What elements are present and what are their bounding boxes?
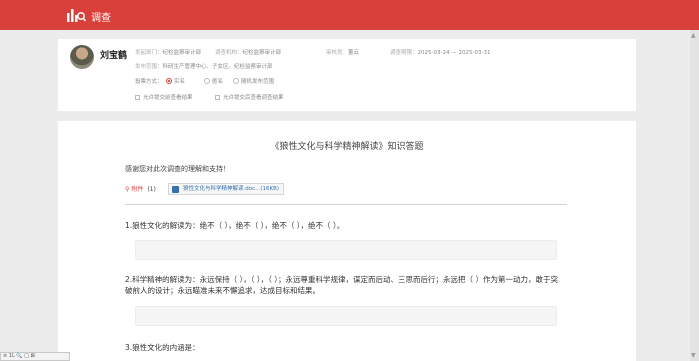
user-name: 刘宝鹤	[100, 51, 128, 61]
vote-option-realname[interactable]: 实名	[166, 77, 185, 85]
question-3: 3.狼性文化的内涵是：	[125, 343, 200, 352]
mini-toolbar[interactable]: ≡ 1L 🔍 □ ⊠	[0, 352, 70, 361]
period-meta: 调查期限：2025-03-24 — 2025-03-31	[390, 50, 491, 56]
dept-meta: 发起部门：纪检监察审计部	[135, 50, 202, 56]
vote-option-random[interactable]: 随机发布范围	[233, 77, 274, 85]
question-1: 1.狼性文化的解读为：绝不（ ），绝不（ ），绝不（ ），绝不（ ）。	[125, 221, 345, 230]
answer-input-2[interactable]	[135, 306, 557, 326]
attachment-label: ⚲ 附件 (1)	[125, 186, 156, 193]
scroll-down-icon[interactable]: ▼	[691, 352, 696, 359]
divider	[125, 204, 567, 205]
vertical-scrollbar[interactable]: ▲ ▼	[690, 30, 699, 361]
vote-label: 投票方式：	[135, 79, 163, 85]
avatar	[70, 45, 94, 69]
reviewer-meta: 审核员：董云	[326, 50, 360, 56]
top-bar: 调查	[0, 0, 699, 30]
check-view-before-submit[interactable]: 允许提交前查看结果	[135, 93, 193, 101]
check-view-after-submit[interactable]: 允许提交后查看调查结果	[215, 93, 284, 101]
paperclip-icon: ⚲	[125, 186, 130, 193]
answer-input-1[interactable]	[135, 240, 557, 260]
scroll-up-icon[interactable]: ▲	[691, 32, 696, 39]
org-meta: 调查机构：纪检监察审计部	[215, 50, 282, 56]
survey-info-card: 刘宝鹤 发起部门：纪检监察审计部 调查机构：纪检监察审计部 审核员：董云 调查期…	[58, 39, 636, 111]
page-title: 《狼性文化与科学精神解读》知识答题	[270, 142, 424, 152]
questionnaire-card: 《狼性文化与科学精神解读》知识答题 感谢您对此次调查的理解和支持！ ⚲ 附件 (1…	[58, 121, 636, 361]
survey-logo-icon	[67, 9, 86, 22]
thanks-text: 感谢您对此次调查的理解和支持！	[125, 165, 230, 173]
app-title: 调查	[91, 13, 111, 24]
word-doc-icon	[172, 186, 179, 193]
attachment-file-link[interactable]: 狼性文化与科学精神解读.doc...(16KB)	[168, 183, 285, 195]
scope-meta: 发布范围：科研生产管理中心、子女区、纪检监察审计部	[135, 64, 273, 70]
question-2: 2.科学精神的解读为：永远保持（ ），（ ），（ ）；永远尊重科学规律，谋定而后…	[125, 275, 558, 295]
vote-option-anonymous[interactable]: 匿名	[204, 77, 223, 85]
